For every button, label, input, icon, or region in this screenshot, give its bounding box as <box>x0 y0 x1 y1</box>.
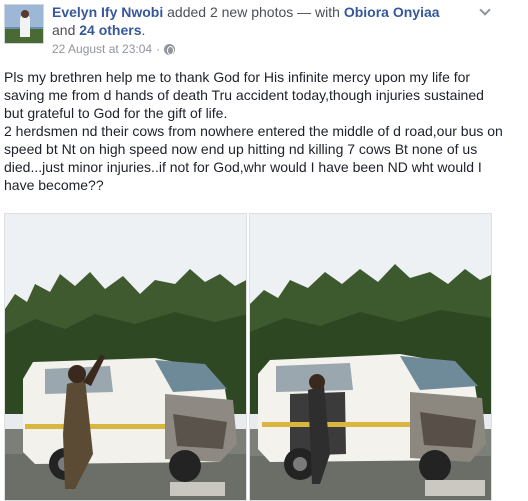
post-body: Pls my brethren help me to thank God for… <box>4 68 504 194</box>
post-header: Evelyn Ify Nwobi added 2 new photos — wi… <box>0 0 528 60</box>
meta-separator: · <box>156 42 161 56</box>
avatar-person <box>20 15 30 37</box>
timestamp-link[interactable]: 22 August at 23:04 <box>52 42 152 56</box>
photo-icon <box>5 214 246 500</box>
author-name-link[interactable]: Evelyn Ify Nwobi <box>52 4 163 20</box>
post-meta: 22 August at 23:04 · <box>52 42 176 56</box>
chevron-down-icon[interactable] <box>480 6 490 16</box>
photo-icon <box>250 214 491 500</box>
accident-photo-2[interactable] <box>249 213 492 501</box>
post-header-text: Evelyn Ify Nwobi added 2 new photos — wi… <box>52 3 472 39</box>
avatar[interactable] <box>4 4 44 44</box>
avatar-head <box>21 10 29 18</box>
globe-icon[interactable] <box>164 43 176 55</box>
action-text: added 2 new photos <box>167 4 294 20</box>
accident-photo-1[interactable] <box>4 213 247 501</box>
tagged-person-link[interactable]: Obiora Onyiaa <box>344 4 440 20</box>
and-text: and <box>52 22 76 38</box>
with-text: — with <box>297 4 340 20</box>
others-link[interactable]: 24 others <box>79 22 141 38</box>
period-text: . <box>141 22 146 38</box>
post-paragraph: Pls my brethren help me to thank God for… <box>4 69 484 121</box>
post-paragraph: 2 herdsmen nd their cows from nowhere en… <box>4 123 503 193</box>
photo-grid <box>4 213 492 501</box>
